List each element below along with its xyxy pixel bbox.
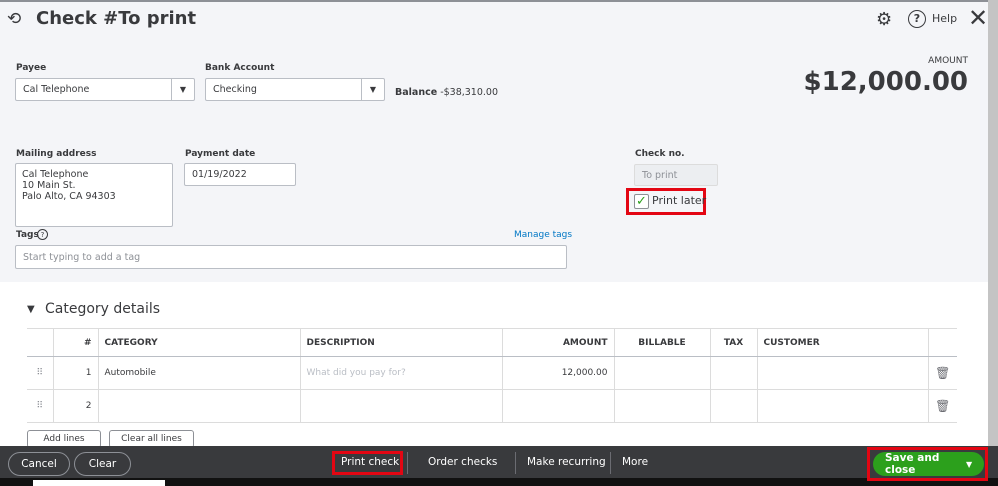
help-icon[interactable]: ? bbox=[908, 10, 926, 28]
category-table: # CATEGORY DESCRIPTION AMOUNT BILLABLE T… bbox=[27, 328, 957, 423]
amount-cell[interactable]: 12,000.00 bbox=[502, 356, 615, 390]
tags-placeholder: Start typing to add a tag bbox=[23, 251, 141, 263]
address-line: Palo Alto, CA 94303 bbox=[22, 191, 116, 202]
close-icon[interactable]: ✕ bbox=[968, 4, 988, 32]
make-recurring-link[interactable]: Make recurring bbox=[527, 456, 606, 468]
customer-cell[interactable] bbox=[757, 356, 929, 390]
help-icon[interactable]: ? bbox=[37, 229, 48, 240]
bank-account-label: Bank Account bbox=[205, 63, 275, 73]
balance: Balance -$38,310.00 bbox=[395, 87, 498, 98]
column-header-category: CATEGORY bbox=[98, 328, 301, 357]
gear-icon[interactable]: ⚙ bbox=[876, 9, 892, 30]
balance-label: Balance bbox=[395, 87, 438, 98]
category-cell[interactable] bbox=[98, 389, 301, 423]
page-title: Check #To print bbox=[36, 8, 197, 29]
drag-column-header bbox=[27, 328, 54, 357]
description-cell[interactable] bbox=[300, 389, 503, 423]
balance-value: -$38,310.00 bbox=[440, 87, 499, 98]
check-no-label: Check no. bbox=[635, 149, 685, 159]
row-number: 2 bbox=[53, 389, 99, 423]
column-header-tax: TAX bbox=[710, 328, 758, 357]
description-cell[interactable]: What did you pay for? bbox=[300, 356, 503, 390]
amount-cell[interactable] bbox=[502, 389, 615, 423]
mailing-address-label: Mailing address bbox=[16, 149, 97, 159]
table-row[interactable]: ⠿ 2 🗑 bbox=[27, 389, 957, 423]
drag-handle-icon[interactable]: ⠿ bbox=[27, 389, 54, 423]
collapse-triangle-icon[interactable]: ▼ bbox=[27, 304, 35, 315]
column-header-amount: AMOUNT bbox=[502, 328, 615, 357]
tags-label: Tags bbox=[16, 230, 39, 240]
bank-account-select[interactable]: Checking ▼ bbox=[205, 78, 385, 101]
billable-cell[interactable] bbox=[614, 389, 711, 423]
footer-bar bbox=[0, 446, 998, 478]
customer-cell[interactable] bbox=[757, 389, 929, 423]
chevron-down-icon[interactable]: ▼ bbox=[966, 460, 984, 469]
help-link[interactable]: Help bbox=[932, 12, 957, 25]
mailing-address-field[interactable]: Cal Telephone 10 Main St. Palo Alto, CA … bbox=[15, 163, 173, 227]
chevron-down-icon[interactable]: ▼ bbox=[171, 79, 194, 100]
amount-value: $12,000.00 bbox=[803, 67, 968, 97]
tags-input[interactable]: Start typing to add a tag bbox=[15, 245, 567, 269]
payment-date-value: 01/19/2022 bbox=[192, 169, 247, 180]
column-header-number: # bbox=[53, 328, 99, 357]
recent-transactions-icon[interactable]: ⟲ bbox=[7, 9, 21, 29]
category-cell[interactable]: Automobile bbox=[98, 356, 301, 390]
column-header-customer: CUSTOMER bbox=[757, 328, 929, 357]
bank-account-value: Checking bbox=[213, 84, 257, 95]
table-header-row: # CATEGORY DESCRIPTION AMOUNT BILLABLE T… bbox=[27, 328, 957, 357]
trash-column-header bbox=[928, 328, 957, 357]
column-header-billable: BILLABLE bbox=[614, 328, 711, 357]
more-link[interactable]: More bbox=[622, 456, 648, 468]
trash-icon[interactable]: 🗑 bbox=[928, 356, 957, 390]
print-check-link[interactable]: Print check bbox=[341, 456, 399, 468]
save-and-close-label: Save and close bbox=[885, 452, 940, 476]
order-checks-link[interactable]: Order checks bbox=[428, 456, 497, 468]
address-line: Cal Telephone bbox=[22, 169, 89, 180]
cancel-button[interactable]: Cancel bbox=[8, 452, 70, 476]
manage-tags-link[interactable]: Manage tags bbox=[514, 230, 572, 240]
payee-select[interactable]: Cal Telephone ▼ bbox=[15, 78, 195, 101]
payee-label: Payee bbox=[16, 63, 47, 73]
bottom-strip-panel bbox=[33, 480, 165, 486]
column-header-description: DESCRIPTION bbox=[300, 328, 503, 357]
check-no-input[interactable]: To print bbox=[634, 164, 718, 186]
check-no-placeholder: To print bbox=[642, 169, 678, 181]
save-and-close-button[interactable]: Save and close ▼ bbox=[873, 452, 984, 476]
footer-separator bbox=[610, 452, 611, 474]
drag-handle-icon[interactable]: ⠿ bbox=[27, 356, 54, 390]
address-line: 10 Main St. bbox=[22, 180, 76, 191]
scrollbar[interactable] bbox=[988, 0, 998, 446]
tax-cell[interactable] bbox=[710, 389, 758, 423]
table-row[interactable]: ⠿ 1 Automobile What did you pay for? 12,… bbox=[27, 356, 957, 390]
print-later-checkbox[interactable]: ✓ bbox=[634, 194, 649, 209]
chevron-down-icon[interactable]: ▼ bbox=[361, 79, 384, 100]
tax-cell[interactable] bbox=[710, 356, 758, 390]
payee-value: Cal Telephone bbox=[23, 84, 90, 95]
category-details-title: Category details bbox=[45, 301, 161, 317]
row-number: 1 bbox=[53, 356, 99, 390]
amount-label: AMOUNT bbox=[928, 56, 968, 66]
footer-separator bbox=[407, 452, 408, 474]
payment-date-input[interactable]: 01/19/2022 bbox=[184, 163, 296, 186]
clear-button[interactable]: Clear bbox=[74, 452, 131, 476]
trash-icon[interactable]: 🗑 bbox=[928, 389, 957, 423]
payment-date-label: Payment date bbox=[185, 149, 256, 159]
print-later-label[interactable]: Print later bbox=[652, 194, 706, 207]
form-header-area bbox=[0, 0, 988, 282]
billable-cell[interactable] bbox=[614, 356, 711, 390]
footer-separator bbox=[515, 452, 516, 474]
